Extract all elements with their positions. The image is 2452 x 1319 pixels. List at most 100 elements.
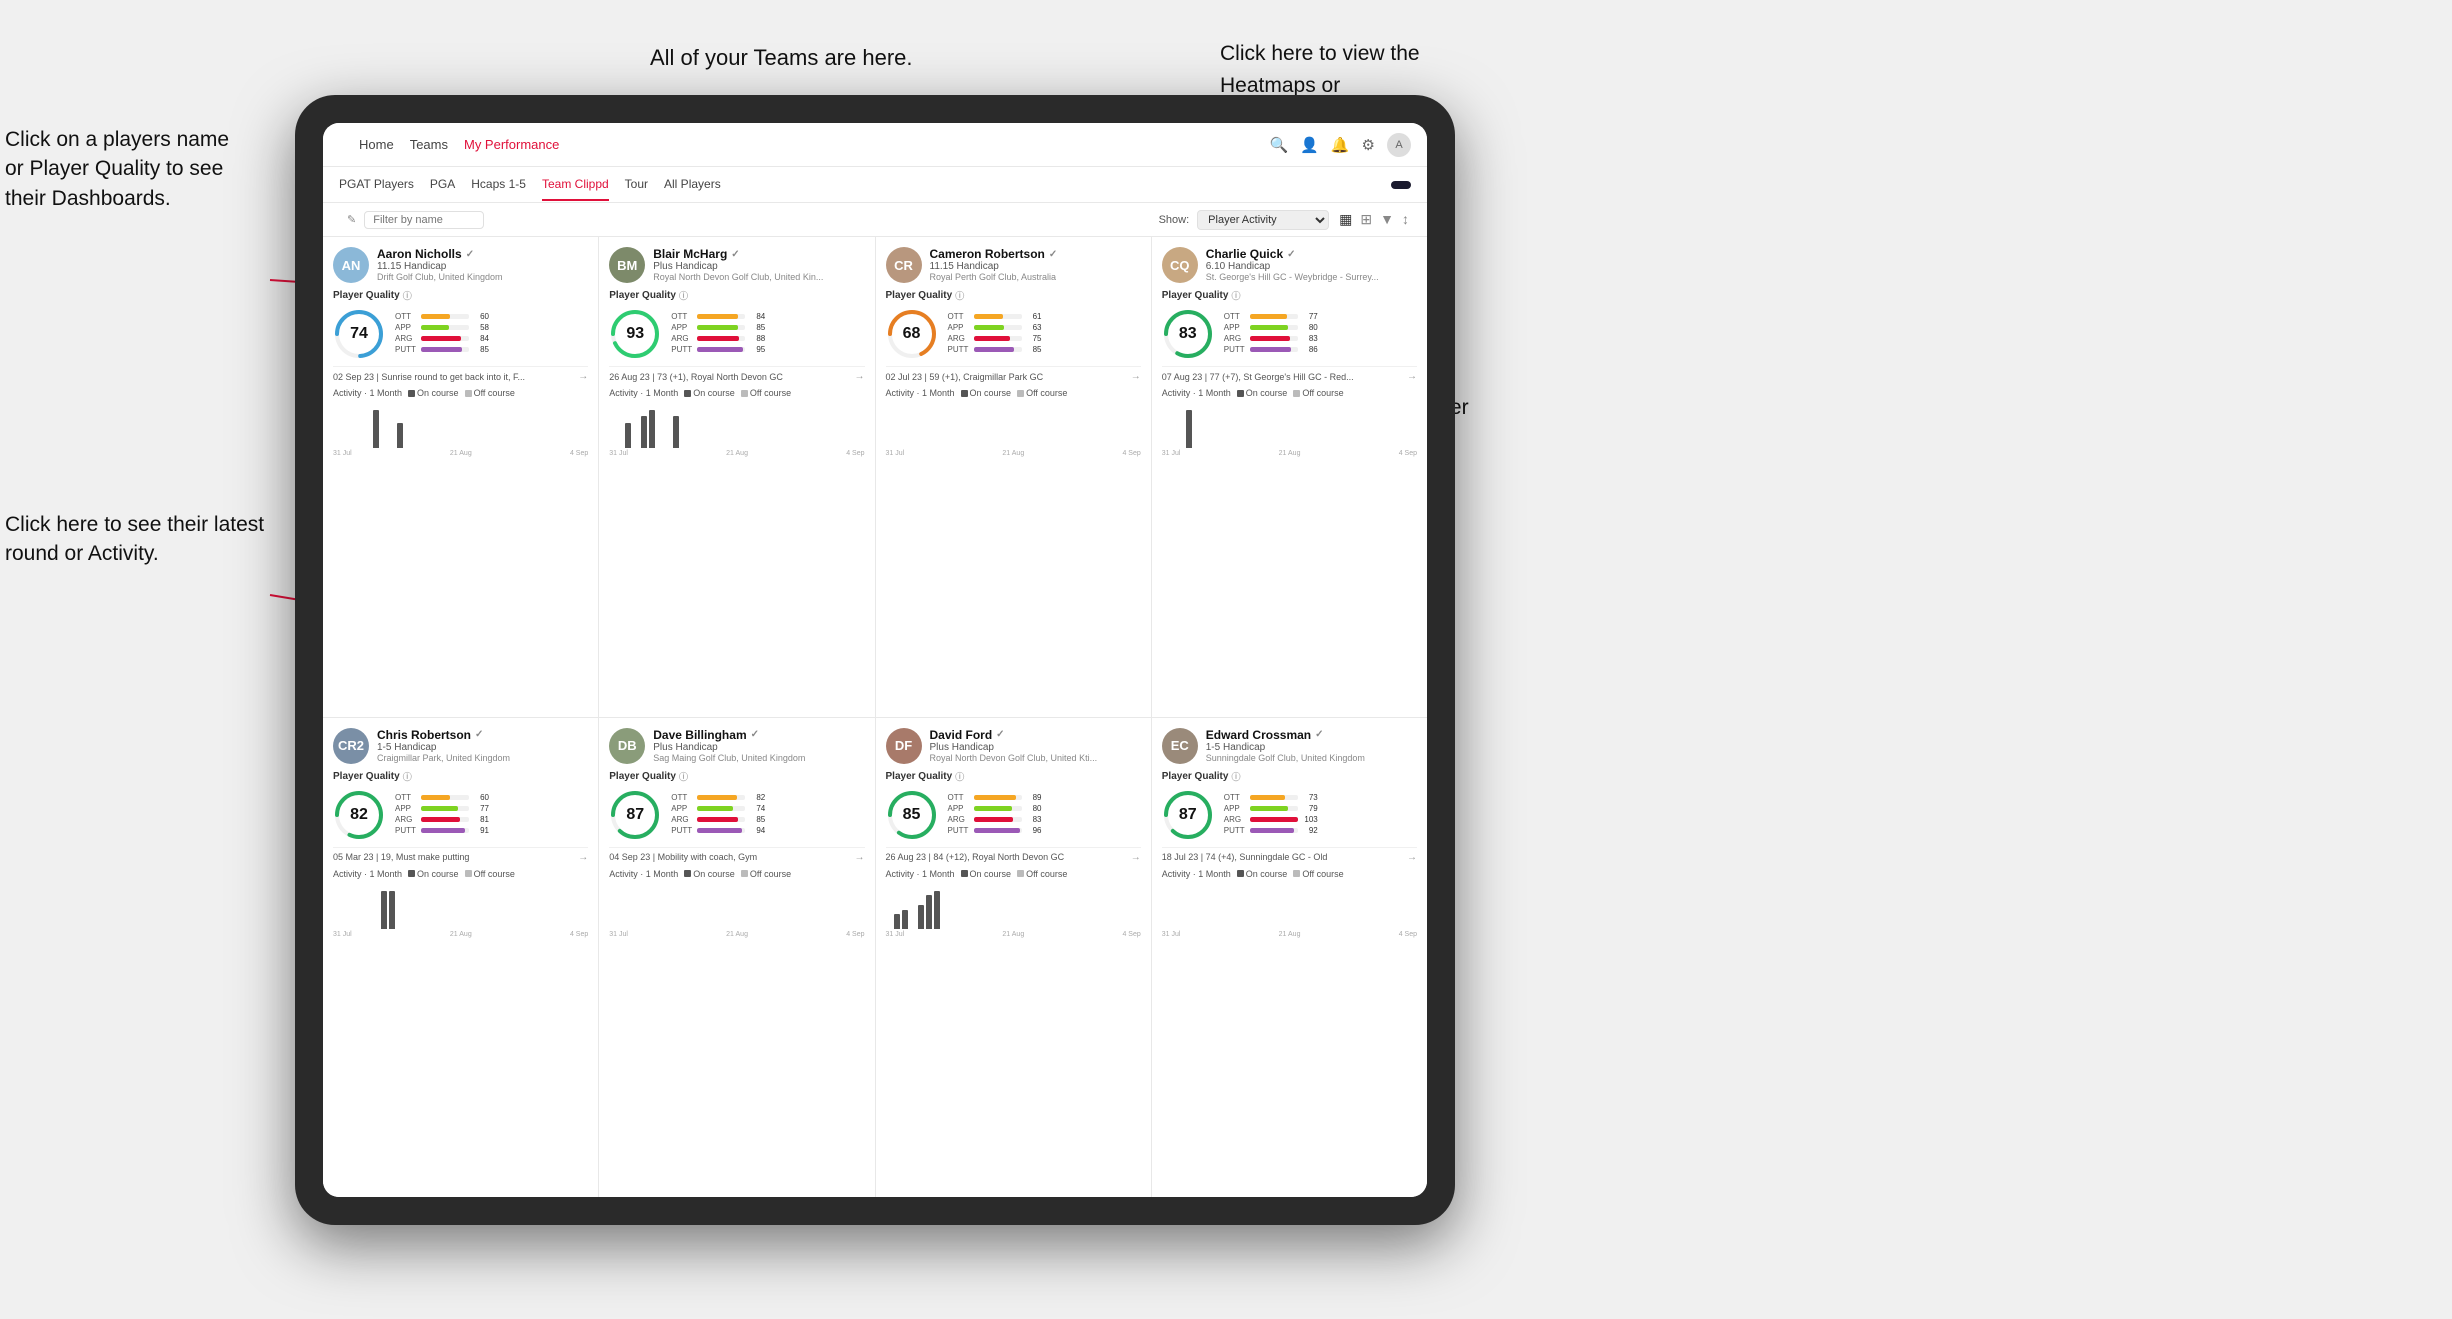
bell-icon[interactable]: 🔔: [1331, 136, 1350, 154]
latest-round[interactable]: 26 Aug 23 | 73 (+1), Royal North Devon G…: [609, 366, 864, 382]
tab-team-clippd[interactable]: Team Clippd: [542, 169, 609, 201]
stat-value: 103: [1302, 815, 1318, 824]
stat-row: APP 80: [948, 804, 1141, 813]
stat-value: 85: [1026, 345, 1042, 354]
edit-icon[interactable]: ✎: [347, 213, 356, 226]
player-handicap: 1-5 Handicap: [1206, 742, 1417, 753]
latest-round[interactable]: 02 Sep 23 | Sunrise round to get back in…: [333, 366, 588, 382]
nav-link-teams[interactable]: Teams: [410, 133, 448, 156]
stat-label: ARG: [1224, 815, 1246, 824]
activity-chart: [333, 398, 588, 448]
axis-label: 4 Sep: [1399, 931, 1417, 938]
player-card[interactable]: DF David Ford ✓ Plus Handicap Royal Nort…: [876, 718, 1151, 1198]
player-card[interactable]: DB Dave Billingham ✓ Plus Handicap Sag M…: [599, 718, 874, 1198]
quality-label[interactable]: Player Quality ⓘ: [1162, 289, 1417, 302]
tab-all-players[interactable]: All Players: [664, 169, 721, 201]
player-name[interactable]: Chris Robertson ✓: [377, 728, 588, 742]
quality-label[interactable]: Player Quality ⓘ: [886, 770, 1141, 783]
chart-bar: [625, 423, 631, 448]
stat-label: OTT: [948, 312, 970, 321]
latest-round[interactable]: 07 Aug 23 | 77 (+7), St George's Hill GC…: [1162, 366, 1417, 382]
settings-icon[interactable]: ⚙: [1362, 136, 1375, 154]
score-circle[interactable]: 87: [1162, 789, 1214, 841]
round-text: 26 Aug 23 | 84 (+12), Royal North Devon …: [886, 852, 1065, 862]
player-card[interactable]: BM Blair McHarg ✓ Plus Handicap Royal No…: [599, 237, 874, 717]
player-name[interactable]: David Ford ✓: [930, 728, 1141, 742]
axis-label: 21 Aug: [450, 450, 472, 457]
stat-value: 91: [473, 826, 489, 835]
stat-bar-bg: [697, 817, 745, 822]
tab-tour[interactable]: Tour: [625, 169, 648, 201]
score-circle[interactable]: 74: [333, 308, 385, 360]
quality-label[interactable]: Player Quality ⓘ: [609, 770, 864, 783]
stat-bar-fill: [974, 314, 1003, 319]
score-circle[interactable]: 68: [886, 308, 938, 360]
player-name[interactable]: Edward Crossman ✓: [1206, 728, 1417, 742]
off-course-dot: [465, 390, 472, 397]
search-icon[interactable]: 🔍: [1269, 136, 1288, 154]
quality-label[interactable]: Player Quality ⓘ: [333, 770, 588, 783]
score-circle[interactable]: 93: [609, 308, 661, 360]
nav-link-performance[interactable]: My Performance: [464, 133, 559, 156]
stats-bars: OTT 61 APP 63 ARG 75 PU: [948, 312, 1141, 356]
quality-label[interactable]: Player Quality ⓘ: [886, 289, 1141, 302]
player-name[interactable]: Aaron Nicholls ✓: [377, 247, 588, 261]
quality-label[interactable]: Player Quality ⓘ: [333, 289, 588, 302]
player-card[interactable]: CR2 Chris Robertson ✓ 1-5 Handicap Craig…: [323, 718, 598, 1198]
nav-link-home[interactable]: Home: [359, 133, 394, 156]
sort-icon[interactable]: ↕: [1400, 209, 1411, 230]
player-card[interactable]: EC Edward Crossman ✓ 1-5 Handicap Sunnin…: [1152, 718, 1427, 1198]
latest-round[interactable]: 04 Sep 23 | Mobility with coach, Gym →: [609, 847, 864, 863]
player-club: St. George's Hill GC - Weybridge - Surre…: [1206, 272, 1417, 282]
legend-off-course: Off course: [1017, 869, 1067, 879]
chart-axis: 31 Jul21 Aug4 Sep: [886, 929, 1141, 938]
player-name[interactable]: Blair McHarg ✓: [653, 247, 864, 261]
verified-icon: ✓: [731, 249, 739, 260]
latest-round[interactable]: 02 Jul 23 | 59 (+1), Craigmillar Park GC…: [886, 366, 1141, 382]
person-icon[interactable]: 👤: [1300, 136, 1319, 154]
player-info: Blair McHarg ✓ Plus Handicap Royal North…: [653, 247, 864, 282]
axis-label: 4 Sep: [1399, 450, 1417, 457]
player-card[interactable]: CR Cameron Robertson ✓ 11.15 Handicap Ro…: [876, 237, 1151, 717]
list-view-icon[interactable]: ⊞: [1358, 209, 1374, 230]
player-card[interactable]: CQ Charlie Quick ✓ 6.10 Handicap St. Geo…: [1152, 237, 1427, 717]
legend-on-course: On course: [684, 388, 735, 398]
axis-label: 4 Sep: [846, 450, 864, 457]
add-team-button[interactable]: [1391, 181, 1411, 189]
score-circle[interactable]: 82: [333, 789, 385, 841]
score-circle[interactable]: 87: [609, 789, 661, 841]
stat-label: APP: [1224, 804, 1246, 813]
latest-round[interactable]: 18 Jul 23 | 74 (+4), Sunningdale GC - Ol…: [1162, 847, 1417, 863]
latest-round[interactable]: 05 Mar 23 | 19, Must make putting →: [333, 847, 588, 863]
score-value: 87: [626, 806, 644, 824]
on-course-dot: [961, 870, 968, 877]
search-input[interactable]: [364, 211, 484, 229]
stat-row: PUTT 91: [395, 826, 588, 835]
tab-pgat[interactable]: PGAT Players: [339, 169, 414, 201]
player-name[interactable]: Cameron Robertson ✓: [930, 247, 1141, 261]
latest-round[interactable]: 26 Aug 23 | 84 (+12), Royal North Devon …: [886, 847, 1141, 863]
tab-pga[interactable]: PGA: [430, 169, 455, 201]
player-handicap: 11.15 Handicap: [930, 261, 1141, 272]
stat-bar-bg: [421, 795, 469, 800]
activity-chart: [333, 879, 588, 929]
off-course-dot: [1017, 870, 1024, 877]
stat-row: OTT 60: [395, 793, 588, 802]
player-card[interactable]: AN Aaron Nicholls ✓ 11.15 Handicap Drift…: [323, 237, 598, 717]
stat-label: APP: [1224, 323, 1246, 332]
player-name[interactable]: Dave Billingham ✓: [653, 728, 864, 742]
show-select[interactable]: Player Activity Quality Score Trend: [1197, 210, 1329, 230]
stat-bar-fill: [974, 828, 1020, 833]
quality-label[interactable]: Player Quality ⓘ: [1162, 770, 1417, 783]
stat-bar-bg: [421, 314, 469, 319]
quality-label[interactable]: Player Quality ⓘ: [609, 289, 864, 302]
tab-hcaps[interactable]: Hcaps 1-5: [471, 169, 526, 201]
grid-view-icon[interactable]: ▦: [1337, 209, 1354, 230]
stat-bar-bg: [974, 347, 1022, 352]
avatar[interactable]: A: [1387, 133, 1411, 157]
player-name[interactable]: Charlie Quick ✓: [1206, 247, 1417, 261]
score-circle[interactable]: 83: [1162, 308, 1214, 360]
filter-icon[interactable]: ▼: [1378, 209, 1396, 230]
stat-bar-bg: [697, 347, 745, 352]
score-circle[interactable]: 85: [886, 789, 938, 841]
